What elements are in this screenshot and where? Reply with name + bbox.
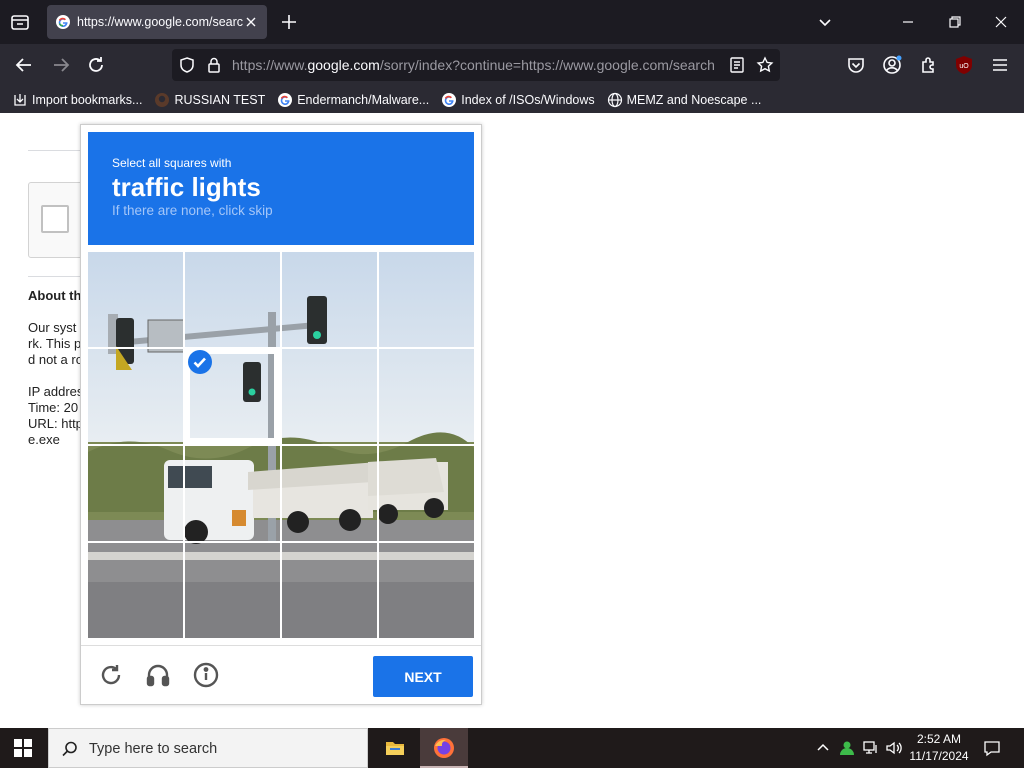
active-tab[interactable]: https://www.google.com/search? xyxy=(47,5,267,39)
recaptcha-checkbox[interactable] xyxy=(41,205,69,233)
restore-icon[interactable] xyxy=(945,12,965,32)
selected-check-icon xyxy=(188,350,212,374)
shield-icon[interactable] xyxy=(178,56,196,74)
image-tile[interactable] xyxy=(376,348,474,444)
new-tab-icon[interactable] xyxy=(279,12,299,32)
bookmark-star-icon[interactable] xyxy=(756,56,774,74)
challenge-target: traffic lights xyxy=(112,172,261,202)
image-tile[interactable] xyxy=(280,540,376,638)
about-heading: About th xyxy=(28,288,82,303)
paragraph: IP addres Time: 20 URL: http e.exe xyxy=(28,384,84,447)
clock-time: 2:52 AM xyxy=(916,732,962,746)
bookmark-item[interactable]: Endermanch/Malware... xyxy=(277,92,429,108)
reload-challenge-icon[interactable] xyxy=(97,661,125,689)
tab-strip: https://www.google.com/search? xyxy=(0,0,1024,44)
image-tile[interactable] xyxy=(184,540,280,638)
minimize-icon[interactable] xyxy=(898,12,918,32)
forward-icon[interactable] xyxy=(50,54,72,76)
image-tile[interactable] xyxy=(88,540,184,638)
search-icon xyxy=(62,741,77,757)
folder-icon xyxy=(386,742,404,755)
back-icon[interactable] xyxy=(13,54,35,76)
image-tile[interactable] xyxy=(184,444,280,540)
url-bar[interactable]: https://www.google.com/sorry/index?conti… xyxy=(172,49,780,81)
firefox-icon xyxy=(434,738,454,758)
image-tile[interactable] xyxy=(280,348,376,444)
windows-taskbar: Type here to search 2:52 AM 11/17/2024 xyxy=(0,728,1024,768)
github-icon xyxy=(155,92,170,107)
list-all-tabs-icon[interactable] xyxy=(8,10,32,34)
image-tile[interactable] xyxy=(88,444,184,540)
image-tile[interactable] xyxy=(376,444,474,540)
clock-date: 11/17/2024 xyxy=(909,749,969,763)
firefox-app[interactable] xyxy=(420,728,468,768)
system-clock[interactable]: 2:52 AM 11/17/2024 xyxy=(905,731,973,765)
next-button[interactable]: NEXT xyxy=(373,656,473,697)
bookmark-item[interactable]: Import bookmarks... xyxy=(12,92,142,108)
image-tile[interactable] xyxy=(184,252,280,348)
image-tile[interactable] xyxy=(88,252,184,348)
network-icon[interactable] xyxy=(862,739,880,757)
url-text[interactable]: https://www.google.com/sorry/index?conti… xyxy=(232,57,714,73)
info-icon[interactable] xyxy=(192,661,220,689)
divider xyxy=(28,276,88,277)
challenge-instruction: Select all squares with xyxy=(112,156,232,170)
bookmark-item[interactable]: RUSSIAN TEST xyxy=(154,92,265,108)
notification-icon[interactable] xyxy=(982,738,1002,758)
challenge-skip-hint: If there are none, click skip xyxy=(112,203,273,218)
chevron-down-icon[interactable] xyxy=(816,13,834,31)
close-window-icon[interactable] xyxy=(991,12,1011,32)
google-icon xyxy=(278,92,293,107)
google-favicon-icon xyxy=(56,15,70,29)
recaptcha-challenge: Select all squares with traffic lights I… xyxy=(80,124,482,705)
image-grid xyxy=(88,252,474,638)
paragraph: Our syst rk. This p d not a ro xyxy=(28,320,83,367)
pocket-icon[interactable] xyxy=(845,54,867,76)
ublock-origin-icon[interactable]: uO xyxy=(953,54,975,76)
search-placeholder: Type here to search xyxy=(89,741,218,757)
tab-title: https://www.google.com/search? xyxy=(77,15,243,29)
image-tile[interactable] xyxy=(280,444,376,540)
navigation-toolbar: https://www.google.com/sorry/index?conti… xyxy=(0,44,1024,86)
globe-icon xyxy=(607,92,622,107)
google-icon xyxy=(442,92,457,107)
import-icon xyxy=(14,93,26,106)
image-tile[interactable] xyxy=(280,252,376,348)
windows-start-icon[interactable] xyxy=(14,739,32,757)
chevron-up-icon[interactable] xyxy=(814,739,832,757)
bookmarks-toolbar: Import bookmarks... RUSSIAN TEST Enderma… xyxy=(0,86,1024,113)
volume-icon[interactable] xyxy=(885,739,903,757)
menu-icon[interactable] xyxy=(989,54,1011,76)
user-status-icon[interactable] xyxy=(838,739,856,757)
lock-icon[interactable] xyxy=(205,56,223,74)
image-tile[interactable] xyxy=(88,348,184,444)
audio-challenge-icon[interactable] xyxy=(144,661,172,689)
close-tab-icon[interactable] xyxy=(243,14,259,30)
extensions-icon[interactable] xyxy=(918,54,940,76)
image-tile[interactable] xyxy=(376,252,474,348)
taskbar-search[interactable]: Type here to search xyxy=(48,728,368,768)
file-explorer-app[interactable] xyxy=(371,728,419,768)
reader-view-icon[interactable] xyxy=(728,56,746,74)
account-icon[interactable] xyxy=(881,54,903,76)
bookmark-item[interactable]: Index of /ISOs/Windows xyxy=(441,92,595,108)
divider xyxy=(28,150,88,151)
challenge-footer: NEXT xyxy=(81,645,481,705)
image-tile[interactable] xyxy=(376,540,474,638)
challenge-header: Select all squares with traffic lights I… xyxy=(88,132,474,245)
bookmark-item[interactable]: MEMZ and Noescape ... xyxy=(607,92,761,108)
reload-icon[interactable] xyxy=(85,54,107,76)
svg-text:uO: uO xyxy=(959,63,969,70)
